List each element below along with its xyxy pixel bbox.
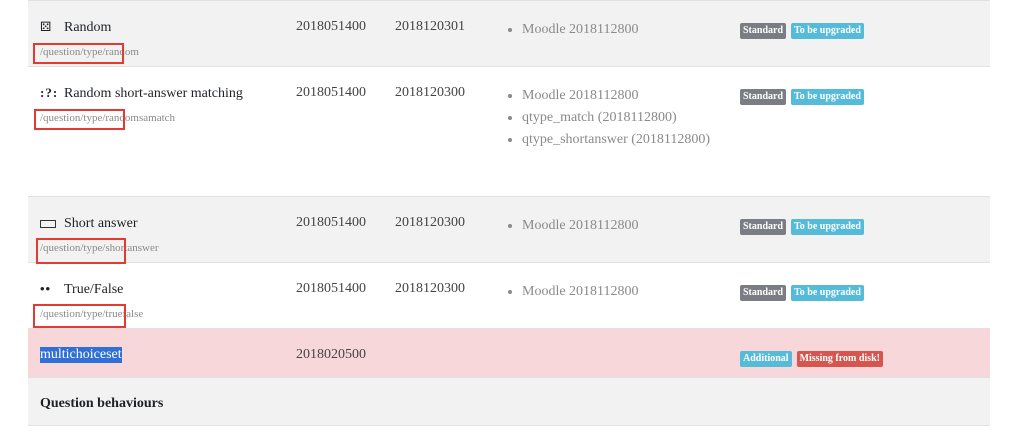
upgrade-badge: To be upgraded bbox=[791, 23, 864, 39]
dependency-item: qtype_shortanswer (2018112800) bbox=[522, 129, 712, 151]
requires-version: 2018120300 bbox=[395, 281, 465, 296]
plugin-name: Short answer bbox=[40, 215, 138, 232]
status-badges: Standard To be upgraded bbox=[740, 216, 865, 235]
section-title: Question behaviours bbox=[40, 396, 164, 411]
standard-badge: Standard bbox=[740, 23, 787, 39]
table-row: ⚄ Random /question/type/random 2018051400… bbox=[28, 0, 990, 66]
dependency-item: Moodle 2018112800 bbox=[522, 215, 712, 237]
two-dots-icon: •• bbox=[40, 281, 52, 296]
upgrade-badge: To be upgraded bbox=[791, 89, 864, 105]
highlight-box bbox=[33, 43, 124, 64]
upgrade-badge: To be upgraded bbox=[791, 219, 864, 235]
requires-version: 2018120301 bbox=[395, 19, 465, 34]
version: 2018051400 bbox=[296, 215, 366, 230]
status-badges: Standard To be upgraded bbox=[740, 282, 865, 301]
upgrade-badge: To be upgraded bbox=[791, 285, 864, 301]
plugin-name-selected[interactable]: multichoiceset bbox=[40, 347, 122, 363]
version: 2018051400 bbox=[296, 281, 366, 296]
highlight-box bbox=[36, 238, 126, 264]
dependencies-list: Moodle 2018112800 bbox=[504, 281, 712, 303]
dependencies-list: Moodle 2018112800 qtype_match (201811280… bbox=[504, 85, 712, 151]
dependency-item: Moodle 2018112800 bbox=[522, 281, 712, 303]
dependency-item: Moodle 2018112800 bbox=[522, 85, 712, 107]
version: 2018020500 bbox=[296, 347, 366, 362]
table-row: •• True/False /question/type/truefalse 20… bbox=[28, 262, 990, 328]
matching-icon: :?: bbox=[40, 85, 59, 100]
text-field-icon bbox=[40, 215, 60, 231]
standard-badge: Standard bbox=[740, 219, 787, 235]
dependencies-list: Moodle 2018112800 bbox=[504, 215, 712, 237]
table-row: :?: Random short-answer matching /questio… bbox=[28, 66, 990, 196]
status-badges: Standard To be upgraded bbox=[740, 86, 865, 105]
version: 2018051400 bbox=[296, 19, 366, 34]
section-header-row: Question behaviours bbox=[28, 377, 990, 426]
dependency-item: qtype_match (2018112800) bbox=[522, 107, 712, 129]
dependency-item: Moodle 2018112800 bbox=[522, 19, 712, 41]
standard-badge: Standard bbox=[740, 285, 787, 301]
version: 2018051400 bbox=[296, 85, 366, 100]
plugin-name: :?: Random short-answer matching bbox=[40, 85, 243, 101]
status-badges: Additional Missing from disk! bbox=[740, 348, 884, 367]
table-row: Short answer /question/type/shortanswer … bbox=[28, 196, 990, 262]
plugin-name: ⚄ Random bbox=[40, 19, 112, 35]
plugin-name: •• True/False bbox=[40, 281, 124, 297]
highlight-box bbox=[33, 304, 126, 328]
table-row-missing: multichoiceset 2018020500 Additional Mis… bbox=[28, 328, 990, 377]
standard-badge: Standard bbox=[740, 89, 787, 105]
status-badges: Standard To be upgraded bbox=[740, 20, 865, 39]
plugins-table: ⚄ Random /question/type/random 2018051400… bbox=[28, 0, 990, 426]
additional-badge: Additional bbox=[740, 351, 792, 367]
requires-version: 2018120300 bbox=[395, 215, 465, 230]
dependencies-list: Moodle 2018112800 bbox=[504, 19, 712, 41]
highlight-box bbox=[34, 109, 125, 130]
requires-version: 2018120300 bbox=[395, 85, 465, 100]
missing-badge: Missing from disk! bbox=[796, 351, 883, 367]
dice-icon: ⚄ bbox=[40, 19, 52, 34]
